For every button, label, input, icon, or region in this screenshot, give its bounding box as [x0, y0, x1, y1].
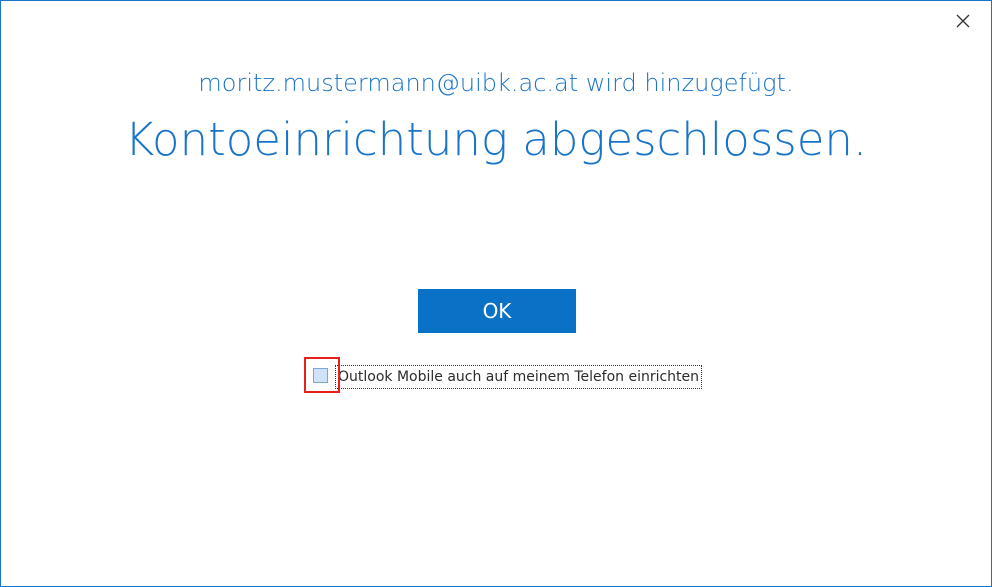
close-icon — [956, 14, 970, 28]
ok-button[interactable]: OK — [418, 289, 576, 333]
outlook-mobile-checkbox-label[interactable]: Outlook Mobile auch auf meinem Telefon e… — [335, 365, 703, 389]
account-setup-dialog: moritz.mustermann@uibk.ac.at wird hinzug… — [0, 0, 992, 587]
outlook-mobile-checkbox[interactable] — [313, 368, 328, 383]
account-email-subtitle: moritz.mustermann@uibk.ac.at wird hinzug… — [198, 69, 794, 97]
page-title: Kontoeinrichtung abgeschlossen. — [124, 113, 868, 166]
close-button[interactable] — [951, 9, 975, 33]
